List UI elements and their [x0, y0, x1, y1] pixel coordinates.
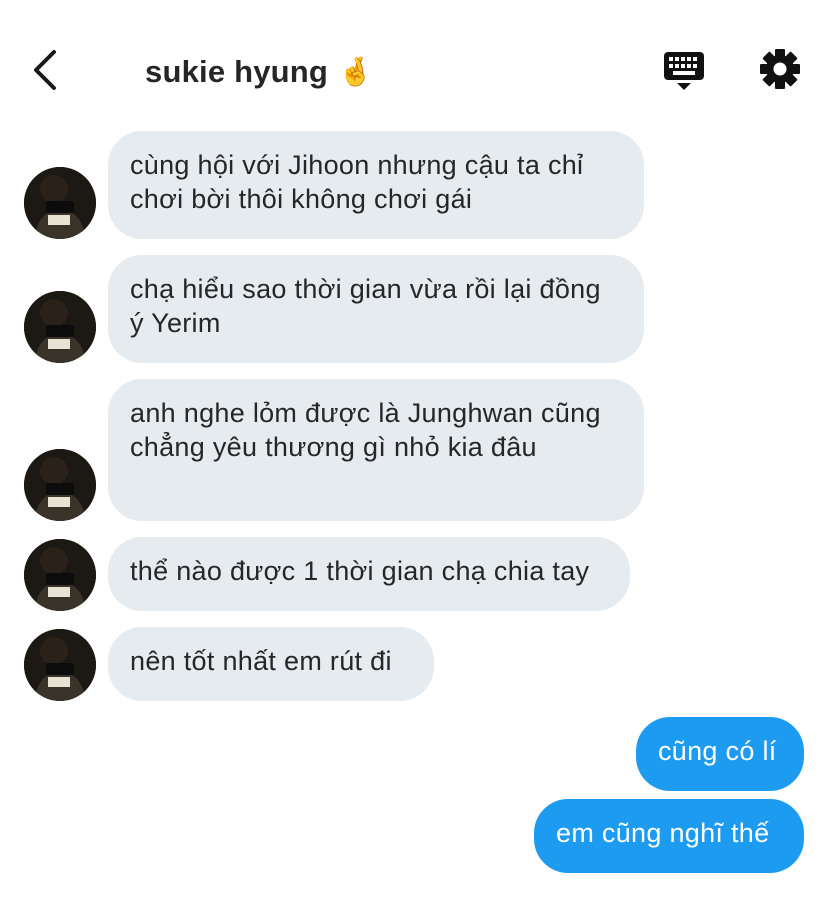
keyboard-icon [664, 52, 704, 90]
avatar[interactable] [24, 291, 96, 363]
avatar[interactable] [24, 539, 96, 611]
avatar[interactable] [24, 629, 96, 701]
avatar[interactable] [24, 449, 96, 521]
chat-header: sukie hyung 🤞 [0, 0, 828, 120]
settings-button[interactable] [758, 46, 802, 92]
gear-icon [760, 49, 800, 89]
incoming-message[interactable]: chạ hiểu sao thời gian vừa rồi lại đồng … [108, 255, 644, 363]
avatar-photo [24, 167, 96, 239]
message-text: em cũng nghĩ thế [556, 818, 770, 848]
incoming-message[interactable]: anh nghe lỏm được là Junghwan cũng chẳng… [108, 379, 644, 521]
incoming-message[interactable]: cùng hội với Jihoon nhưng cậu ta chỉ chơ… [108, 131, 644, 239]
avatar-photo [24, 629, 96, 701]
crossed-fingers-emoji: 🤞 [338, 56, 373, 87]
message-text: chạ hiểu sao thời gian vừa rồi lại đồng … [130, 274, 601, 338]
avatar[interactable] [24, 167, 96, 239]
message-text: anh nghe lỏm được là Junghwan cũng chẳng… [130, 398, 601, 462]
avatar-photo [24, 449, 96, 521]
keyboard-button[interactable] [662, 48, 706, 92]
chat-title-wrap[interactable]: sukie hyung 🤞 [145, 54, 373, 90]
chevron-left-icon [34, 50, 56, 90]
avatar-photo [24, 291, 96, 363]
incoming-message[interactable]: nên tốt nhất em rút đi [108, 627, 434, 701]
chat-title: sukie hyung [145, 54, 329, 89]
message-text: nên tốt nhất em rút đi [130, 646, 392, 676]
avatar-photo [24, 539, 96, 611]
back-button[interactable] [28, 48, 64, 92]
outgoing-message[interactable]: cũng có lí [636, 717, 804, 791]
incoming-message[interactable]: thể nào được 1 thời gian chạ chia tay [108, 537, 630, 611]
message-text: cũng có lí [658, 736, 777, 766]
message-text: thể nào được 1 thời gian chạ chia tay [130, 556, 590, 586]
message-text: cùng hội với Jihoon nhưng cậu ta chỉ chơ… [130, 150, 584, 214]
outgoing-message[interactable]: em cũng nghĩ thế [534, 799, 804, 873]
